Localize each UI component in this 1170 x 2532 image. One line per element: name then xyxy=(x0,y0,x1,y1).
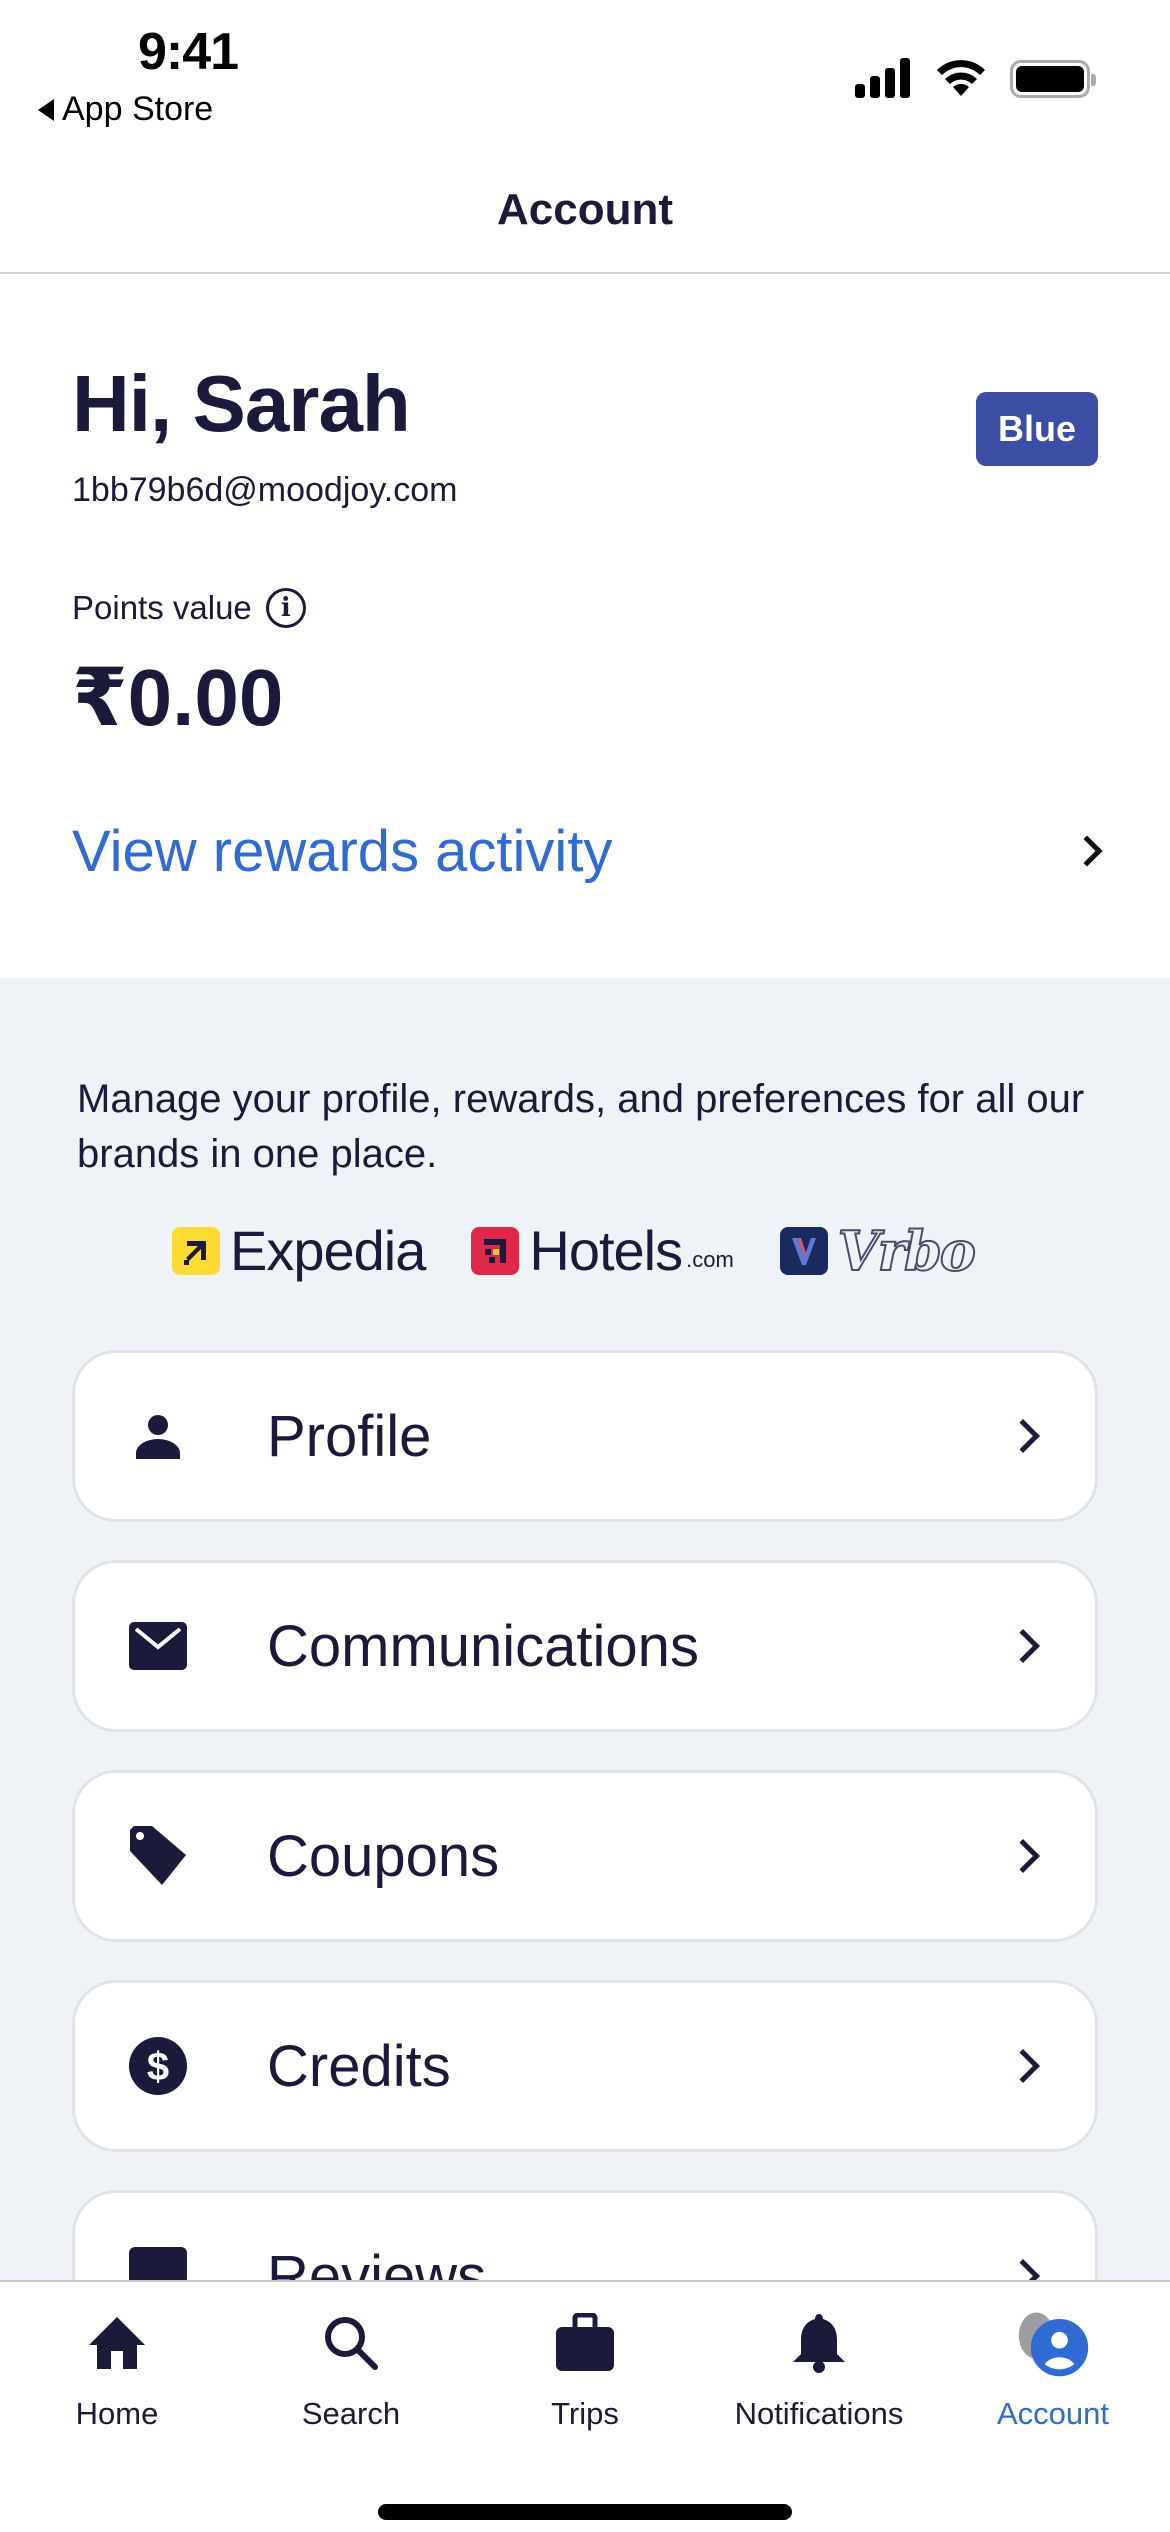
menu-item-label: Coupons xyxy=(267,1823,500,1889)
brand-name: Expedia xyxy=(230,1219,426,1282)
chevron-right-icon xyxy=(1006,1419,1040,1453)
brand-expedia: Expedia xyxy=(172,1218,426,1283)
svg-text:$: $ xyxy=(147,2045,169,2089)
points-value: ₹0.00 xyxy=(72,653,284,742)
bell-icon xyxy=(782,2308,856,2378)
manage-section: Manage your profile, rewards, and prefer… xyxy=(0,978,1170,2362)
search-icon xyxy=(314,2308,388,2378)
brand-name: Hotels xyxy=(529,1219,683,1282)
status-bar: 9:41 App Store xyxy=(0,0,1170,140)
tab-label: Search xyxy=(301,2396,401,2431)
back-to-app-store-button[interactable]: App Store xyxy=(38,90,213,129)
page-title: Account xyxy=(497,185,673,234)
menu-item-credits[interactable]: $ Credits xyxy=(72,1980,1098,2152)
tab-label: Account xyxy=(996,2396,1109,2431)
tab-label: Home xyxy=(75,2396,159,2431)
tab-trips[interactable]: Trips xyxy=(468,2282,702,2432)
menu-item-profile[interactable]: Profile xyxy=(72,1350,1098,1522)
user-email: 1bb79b6d@moodjoy.com xyxy=(72,471,458,509)
tab-label: Trips xyxy=(551,2396,619,2431)
rewards-link-label: View rewards activity xyxy=(72,818,613,884)
account-summary: Hi, Sarah 1bb79b6d@moodjoy.com Blue Poin… xyxy=(0,276,1170,978)
back-app-label: App Store xyxy=(62,90,214,128)
tag-icon xyxy=(127,1825,189,1887)
points-value-label-row: Points value i xyxy=(72,588,306,628)
tab-bar: Home Search Trips Notifications Account xyxy=(0,2280,1170,2532)
brand-hotels: Hotels .com xyxy=(471,1218,734,1283)
home-icon xyxy=(80,2308,154,2378)
vrbo-logo-icon xyxy=(779,1226,828,1275)
tier-badge[interactable]: Blue xyxy=(976,392,1098,466)
person-icon xyxy=(127,1405,189,1467)
info-icon[interactable]: i xyxy=(265,588,306,628)
home-indicator[interactable] xyxy=(378,2504,792,2520)
envelope-icon xyxy=(127,1615,189,1677)
dollar-circle-icon: $ xyxy=(127,2035,189,2097)
brand-name: Vrbo xyxy=(837,1218,977,1284)
wifi-icon xyxy=(937,60,985,96)
menu-item-label: Credits xyxy=(267,2033,451,2099)
manage-description: Manage your profile, rewards, and prefer… xyxy=(77,1077,1085,1176)
points-label: Points value xyxy=(72,589,252,626)
back-triangle-icon xyxy=(38,98,54,121)
menu-item-communications[interactable]: Communications xyxy=(72,1560,1098,1732)
suitcase-icon xyxy=(548,2308,622,2378)
view-rewards-activity-link[interactable]: View rewards activity xyxy=(0,796,1170,906)
greeting: Hi, Sarah xyxy=(72,359,411,448)
cellular-signal-icon xyxy=(855,58,910,98)
chevron-right-icon xyxy=(1006,1839,1040,1873)
battery-icon xyxy=(1010,60,1096,98)
chevron-right-icon xyxy=(1071,835,1103,867)
brand-logos: Expedia Hotels .com Vrbo xyxy=(172,1218,977,1284)
hotels-logo-icon xyxy=(471,1226,520,1275)
tab-label: Notifications xyxy=(734,2396,904,2431)
expedia-logo-icon xyxy=(172,1226,220,1275)
menu-item-label: Communications xyxy=(267,1613,699,1679)
tab-account[interactable]: Account xyxy=(936,2282,1170,2432)
menu-item-label: Profile xyxy=(267,1403,432,1469)
brand-suffix: .com xyxy=(686,1247,734,1272)
chevron-right-icon xyxy=(1006,1629,1040,1663)
tab-search[interactable]: Search xyxy=(234,2282,468,2432)
tab-notifications[interactable]: Notifications xyxy=(702,2282,936,2432)
chevron-right-icon xyxy=(1006,2049,1040,2083)
brand-vrbo: Vrbo xyxy=(779,1218,977,1284)
tab-home[interactable]: Home xyxy=(0,2282,234,2432)
status-time: 9:41 xyxy=(138,23,239,81)
account-icon xyxy=(1016,2308,1090,2378)
menu-item-coupons[interactable]: Coupons xyxy=(72,1770,1098,1942)
nav-header: Account xyxy=(0,140,1170,274)
